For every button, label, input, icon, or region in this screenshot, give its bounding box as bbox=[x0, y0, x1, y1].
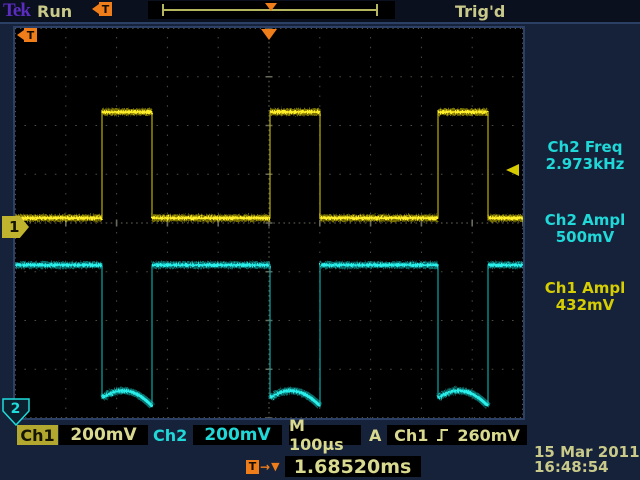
measurement-label: Ch2 Ampl bbox=[531, 212, 639, 229]
ch2-marker-label: 2 bbox=[11, 401, 21, 417]
datetime-readout: 15 Mar 2011 16:48:54 bbox=[534, 445, 640, 475]
ch1-label-badge: Ch1 bbox=[17, 425, 58, 445]
measurement-value: 432mV bbox=[531, 297, 639, 314]
trigger-status: Trig'd bbox=[455, 2, 505, 21]
arrow-right-icon: → bbox=[260, 461, 270, 473]
record-right-bracket bbox=[376, 4, 378, 16]
trigger-readout: Ch1 260mV bbox=[387, 425, 527, 445]
trigger-source: Ch1 bbox=[394, 426, 428, 445]
ch1-scale-readout: 200mV bbox=[59, 425, 148, 445]
timebase-readout: M 100µs bbox=[289, 425, 361, 445]
measurement-ch1-ampl: Ch1 Ampl 432mV bbox=[531, 280, 639, 314]
graticule bbox=[13, 26, 525, 420]
horizontal-delay-readout: T → ▼ 1.68520ms bbox=[246, 456, 421, 477]
measurement-ch2-ampl: Ch2 Ampl 500mV bbox=[531, 212, 639, 246]
arrow-left-icon bbox=[17, 30, 24, 40]
ch2-label: Ch2 bbox=[153, 426, 187, 445]
record-trigger-marker-icon bbox=[265, 3, 277, 11]
trigger-mode-label: A bbox=[369, 426, 381, 445]
trigger-position-flag-icon: T bbox=[92, 2, 112, 16]
delay-time-value: 1.68520ms bbox=[285, 456, 421, 477]
waveform-display bbox=[15, 28, 523, 418]
record-view-bar bbox=[148, 1, 395, 19]
trigger-reference-flag-icon: T bbox=[17, 28, 37, 42]
measurement-ch2-freq: Ch2 Freq 2.973kHz bbox=[531, 139, 639, 173]
measurement-value: 2.973kHz bbox=[531, 156, 639, 173]
measurement-label: Ch2 Freq bbox=[531, 139, 639, 156]
rising-edge-icon bbox=[436, 427, 449, 443]
acquisition-status: Run bbox=[37, 2, 72, 21]
trigger-position-marker-icon bbox=[261, 29, 277, 40]
tek-logo: Tek bbox=[3, 0, 30, 22]
ch2-scale-readout: 200mV bbox=[193, 425, 282, 445]
top-status-bar: Tek Run T Trig'd bbox=[0, 0, 640, 24]
arrow-left-icon bbox=[92, 4, 99, 14]
trigger-level: 260mV bbox=[457, 426, 519, 445]
time-value: 16:48:54 bbox=[534, 460, 640, 475]
trigger-t-icon: T bbox=[99, 2, 112, 16]
triangle-down-icon: ▼ bbox=[271, 461, 279, 472]
trigger-t-icon: T bbox=[246, 460, 259, 474]
trigger-level-arrow-icon bbox=[506, 164, 519, 176]
measurement-label: Ch1 Ampl bbox=[531, 280, 639, 297]
measurement-value: 500mV bbox=[531, 229, 639, 246]
trigger-t-icon: T bbox=[24, 28, 37, 42]
oscilloscope-screen: Tek Run T Trig'd T 1 2 Ch1 200mV Ch2 200… bbox=[0, 0, 640, 480]
ch2-ground-marker: 2 bbox=[2, 398, 32, 428]
